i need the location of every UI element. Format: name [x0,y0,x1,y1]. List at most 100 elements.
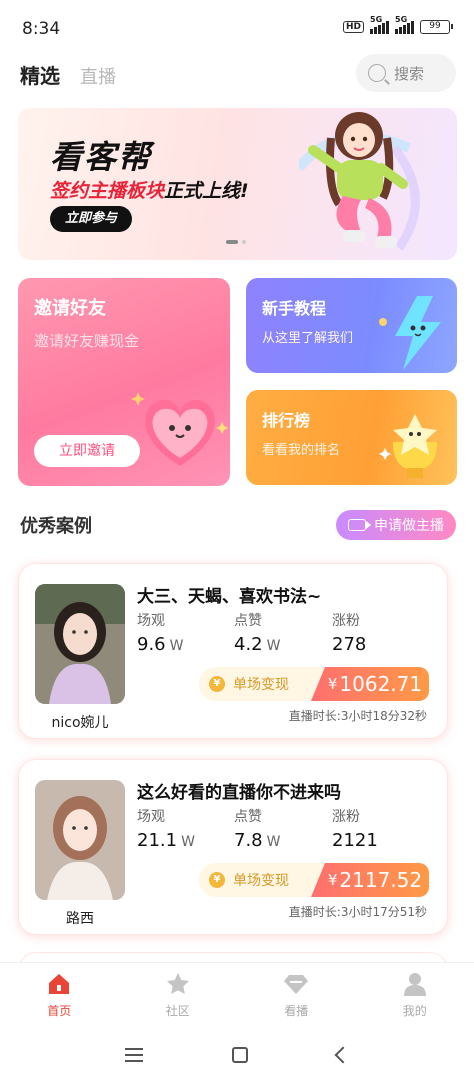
invite-now-button[interactable]: 立即邀请 [34,435,140,467]
banner-subtitle-highlight: 签约主播板块 [50,180,165,202]
case-title: 这么好看的直播你不进来吗 [137,783,341,803]
nav-home[interactable]: 首页 [0,963,119,1028]
case-card[interactable]: 路西 这么好看的直播你不进来吗 场观 21.1 W 点赞 7.8 W 涨粉 2121… [18,759,448,935]
tab-featured[interactable]: 精选 [20,60,60,89]
earnings-amount-pill: ¥ 2117.52 [311,863,429,897]
stat-label: 场观 [137,613,165,629]
stat-value: 21.1 W [137,830,195,851]
bottom-nav: 首页 社区 看播 我的 [0,962,474,1028]
signal-icon: 5G [395,15,414,34]
unit-label: W [266,834,281,850]
search-button[interactable]: 搜索 [356,54,456,92]
earnings-label: 单场变现 [233,873,289,889]
stat-label: 点赞 [234,613,262,629]
case-title: 大三、天蝎、喜欢书法~ [137,587,322,607]
home-button-icon[interactable] [231,1047,248,1063]
nav-label: 我的 [402,1004,427,1018]
case-card[interactable]: nico婉儿 大三、天蝎、喜欢书法~ 场观 9.6 W 点赞 4.2 W 涨粉 27… [18,563,448,739]
diamond-icon [284,975,309,994]
star-icon [166,973,189,994]
apply-host-button[interactable]: 申请做主播 [336,510,456,540]
unit-label: W [181,834,195,850]
avatar [35,780,125,900]
fans-value: 2121 [332,830,378,851]
lightning-mascot-icon [379,296,441,370]
system-nav-bar [0,1030,474,1080]
invite-title: 邀请好友 [34,298,106,319]
likes-value: 7.8 [234,830,263,851]
pagination-dot [242,240,246,244]
hd-icon: HD [342,21,364,33]
search-label: 搜索 [394,64,425,83]
stat-fans: 涨粉 2121 [332,806,378,851]
network-label: 5G [370,15,383,24]
views-value: 9.6 [137,634,166,655]
back-icon[interactable] [334,1046,352,1064]
invite-subtitle: 邀请好友赚现金 [34,332,140,350]
banner-subtitle-rest: 正式上线! [164,180,249,202]
pagination-dot-active [226,240,238,244]
case-host-name: nico婉儿 [51,715,109,731]
trophy-star-icon [379,414,437,478]
banner-pagination [226,240,246,244]
stat-likes: 点赞 4.2 W [234,610,280,655]
network-label: 5G [395,15,408,24]
apply-host-label: 申请做主播 [374,518,444,534]
battery-icon: 99 [420,20,453,34]
status-time: 8:34 [22,19,61,39]
views-value: 21.1 [137,830,178,851]
top-tabs: 精选 直播 [20,60,116,89]
invite-friends-card[interactable]: 邀请好友 邀请好友赚现金 立即邀请 [18,278,230,486]
case-host-name: 路西 [66,911,94,927]
status-bar: 8:34 HD 5G 5G 99 [0,0,474,58]
stat-label: 涨粉 [332,809,360,825]
stat-views: 场观 9.6 W [137,610,183,655]
earnings-amount: 2117.52 [339,868,423,892]
earnings-badge: ¥ 单场变现 ¥ 2117.52 [199,863,429,897]
stat-value: 7.8 W [234,830,280,851]
home-icon [49,974,70,994]
unit-label: W [169,638,184,654]
ranking-title: 排行榜 [262,411,311,430]
earnings-label-pill: ¥ 单场变现 [199,667,329,701]
stat-label: 涨粉 [332,613,360,629]
unit-label: W [266,638,281,654]
likes-value: 4.2 [234,634,263,655]
video-camera-icon [348,519,371,531]
ranking-card[interactable]: 排行榜 看看我的排名 [246,390,457,485]
currency-symbol: ¥ [327,871,338,889]
avatar [35,584,125,704]
earnings-amount: 1062.71 [339,672,423,696]
stat-likes: 点赞 7.8 W [234,806,280,851]
join-now-button[interactable]: 立即参与 [50,206,132,232]
recent-apps-icon[interactable] [124,1048,143,1062]
coin-icon: ¥ [209,872,225,888]
promo-banner[interactable]: 看客帮 签约主播板块正式上线! 立即参与 [18,108,457,260]
stat-value: 4.2 W [234,634,280,655]
tutorial-card[interactable]: 新手教程 从这里了解我们 [246,278,457,373]
stat-fans: 涨粉 278 [332,610,366,655]
stat-label: 场观 [137,809,165,825]
nav-community[interactable]: 社区 [119,963,238,1028]
tutorial-title: 新手教程 [262,299,327,318]
nav-label: 首页 [47,1004,72,1018]
fans-value: 278 [332,634,367,655]
banner-title: 看客帮 [50,138,153,176]
nav-profile[interactable]: 我的 [356,963,474,1028]
ranking-subtitle: 看看我的排名 [262,443,341,458]
banner-subtitle: 签约主播板块正式上线! [50,176,249,203]
heart-mascot-icon [131,392,228,466]
earnings-label-pill: ¥ 单场变现 [199,863,329,897]
currency-symbol: ¥ [327,675,338,693]
coin-icon: ¥ [209,676,225,692]
earnings-badge: ¥ 单场变现 ¥ 1062.71 [199,667,429,701]
stat-views: 场观 21.1 W [137,806,195,851]
cartoon-girl-illustration [299,112,420,251]
live-duration: 直播时长:3小时17分51秒 [288,905,427,919]
earnings-label: 单场变现 [233,677,289,693]
tutorial-subtitle: 从这里了解我们 [262,331,354,346]
tab-live[interactable]: 直播 [80,63,116,89]
status-icons: HD 5G 5G 99 [342,15,453,34]
nav-watch[interactable]: 看播 [237,963,356,1028]
stat-label: 点赞 [234,809,262,825]
